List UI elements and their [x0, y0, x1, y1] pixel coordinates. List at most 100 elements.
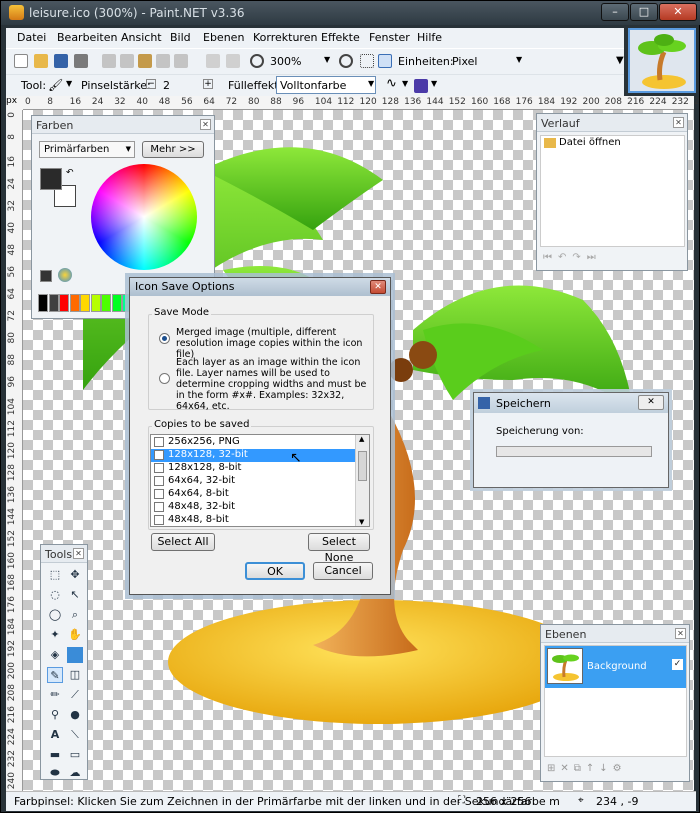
- save-progress-close-button[interactable]: ✕: [638, 395, 664, 410]
- swap-colors-icon[interactable]: ↶: [66, 168, 74, 178]
- minimize-button[interactable]: –: [601, 3, 629, 21]
- color-mode-dropdown-icon[interactable]: ▼: [126, 145, 131, 153]
- eraser-icon[interactable]: ◫: [67, 667, 83, 683]
- ellipse-select-icon[interactable]: ◯: [47, 607, 63, 623]
- redo-icon[interactable]: [226, 54, 240, 68]
- paste-icon[interactable]: [138, 54, 152, 68]
- ellipse-tool-icon[interactable]: ⬬: [47, 765, 63, 781]
- pencil-icon[interactable]: ✏: [47, 687, 63, 703]
- save-icon[interactable]: [54, 54, 68, 68]
- menu-effekte[interactable]: Effekte: [321, 31, 360, 44]
- layer-row-background[interactable]: Background ✓: [545, 646, 686, 688]
- copy-size-row[interactable]: 48x48, 8-bit: [151, 514, 355, 526]
- copy-size-checkbox[interactable]: [154, 502, 164, 512]
- menu-korrekturen[interactable]: Korrekturen: [253, 31, 317, 44]
- palette-swatch[interactable]: [38, 294, 48, 312]
- copy-size-row[interactable]: ✓ 128x128, 32-bit: [151, 449, 355, 462]
- brush-width-value[interactable]: 2: [163, 79, 170, 92]
- each-layer-radio[interactable]: [159, 373, 170, 384]
- fill-dropdown-icon[interactable]: ▼: [368, 79, 374, 88]
- scroll-down-icon[interactable]: ▼: [359, 518, 364, 526]
- zoom-dropdown-icon[interactable]: ▼: [324, 55, 330, 64]
- menu-datei[interactable]: Datei: [17, 31, 46, 44]
- menu-bearbeiten[interactable]: Bearbeiten: [57, 31, 117, 44]
- palette-swatch[interactable]: [69, 294, 80, 312]
- history-panel-close-button[interactable]: ✕: [673, 117, 684, 128]
- color-picker-icon[interactable]: ⟋: [67, 687, 83, 703]
- move-selected-icon[interactable]: ↖: [67, 587, 83, 603]
- palette-swatch[interactable]: [48, 294, 59, 312]
- print-icon[interactable]: [74, 54, 88, 68]
- new-icon[interactable]: [14, 54, 28, 68]
- colors-panel-close-button[interactable]: ✕: [200, 119, 211, 130]
- copy-size-row[interactable]: 64x64, 8-bit: [151, 488, 355, 501]
- palette-swatch[interactable]: [111, 294, 122, 312]
- blend-mode-icon[interactable]: [414, 79, 428, 93]
- grid-icon[interactable]: [360, 54, 374, 68]
- palette-menu-icon[interactable]: [58, 268, 72, 282]
- brush-increase-button[interactable]: +: [203, 79, 213, 89]
- ok-button[interactable]: OK: [245, 562, 305, 580]
- menu-ebenen[interactable]: Ebenen: [203, 31, 244, 44]
- layers-panel-close-button[interactable]: ✕: [675, 628, 686, 639]
- move-selection-icon[interactable]: ✥: [67, 567, 83, 583]
- more-colors-button[interactable]: Mehr >>: [142, 141, 204, 158]
- palette-swatch[interactable]: [80, 294, 90, 312]
- thumbnail-pin-icon[interactable]: ▼: [616, 55, 624, 66]
- cancel-button[interactable]: Cancel: [313, 562, 373, 580]
- crop-icon[interactable]: [156, 54, 170, 68]
- menu-fenster[interactable]: Fenster: [369, 31, 410, 44]
- zoom-value[interactable]: 300%: [270, 55, 301, 68]
- paintbrush-tool-icon[interactable]: 🖌: [48, 78, 63, 92]
- layer-visibility-checkbox[interactable]: ✓: [672, 659, 683, 670]
- reset-colors-icon[interactable]: [40, 270, 52, 282]
- line-tool-icon[interactable]: ⟍: [67, 727, 83, 743]
- menu-hilfe[interactable]: Hilfe: [417, 31, 442, 44]
- palette-swatch[interactable]: [101, 294, 111, 312]
- copy-size-row[interactable]: 256x256, PNG: [151, 436, 355, 449]
- copy-size-checkbox[interactable]: [154, 515, 164, 525]
- gradient-icon[interactable]: [67, 647, 83, 663]
- units-value[interactable]: Pixel: [452, 55, 477, 68]
- tool-dropdown-icon[interactable]: ▼: [66, 79, 72, 88]
- deselect-icon[interactable]: [174, 54, 188, 68]
- paintbrush-icon[interactable]: ✎: [47, 667, 63, 683]
- cut-icon[interactable]: [102, 54, 116, 68]
- primary-color-swatch[interactable]: [40, 168, 62, 190]
- tools-panel-close-button[interactable]: ✕: [73, 548, 84, 559]
- scroll-thumb[interactable]: [358, 451, 367, 481]
- copy-size-row[interactable]: 48x48, 32-bit: [151, 501, 355, 514]
- rectangle-select-icon[interactable]: ⬚: [47, 567, 63, 583]
- color-mode-select[interactable]: Primärfarben ▼: [39, 141, 135, 158]
- menu-ansicht[interactable]: Ansicht: [121, 31, 162, 44]
- color-wheel[interactable]: [91, 164, 197, 270]
- recolor-icon[interactable]: ●: [67, 707, 83, 723]
- dialog-close-button[interactable]: ✕: [370, 280, 386, 294]
- merged-image-radio[interactable]: [159, 333, 170, 344]
- brush-decrease-button[interactable]: −: [146, 79, 156, 89]
- copy-size-checkbox[interactable]: ✓: [154, 450, 164, 460]
- zoom-out-icon[interactable]: [250, 54, 264, 68]
- ruler-toggle-icon[interactable]: [378, 54, 392, 68]
- freeform-shape-icon[interactable]: ☁: [67, 765, 83, 781]
- copy-icon[interactable]: [120, 54, 134, 68]
- antialias-icon[interactable]: ∿: [386, 76, 397, 91]
- rectangle-tool-icon[interactable]: ▬: [47, 747, 63, 763]
- history-controls[interactable]: ⏮↶↷⏭: [543, 252, 602, 263]
- units-dropdown-icon[interactable]: ▼: [516, 55, 522, 64]
- open-icon[interactable]: [34, 54, 48, 68]
- magic-wand-icon[interactable]: ✦: [47, 627, 63, 643]
- rounded-rectangle-icon[interactable]: ▭: [67, 747, 83, 763]
- merged-image-label[interactable]: Merged image (multiple, different resolu…: [176, 327, 364, 360]
- zoom-in-icon[interactable]: [339, 54, 353, 68]
- paint-bucket-icon[interactable]: ◈: [47, 647, 63, 663]
- copy-size-checkbox[interactable]: [154, 489, 164, 499]
- history-item-open[interactable]: Datei öffnen: [559, 137, 621, 148]
- copy-size-checkbox[interactable]: [154, 463, 164, 473]
- close-button[interactable]: ✕: [659, 3, 697, 21]
- menu-bild[interactable]: Bild: [170, 31, 191, 44]
- antialias-dropdown-icon[interactable]: ▼: [402, 79, 408, 88]
- text-tool-icon[interactable]: A: [47, 727, 63, 743]
- copy-size-row[interactable]: 64x64, 32-bit: [151, 475, 355, 488]
- copy-size-checkbox[interactable]: [154, 476, 164, 486]
